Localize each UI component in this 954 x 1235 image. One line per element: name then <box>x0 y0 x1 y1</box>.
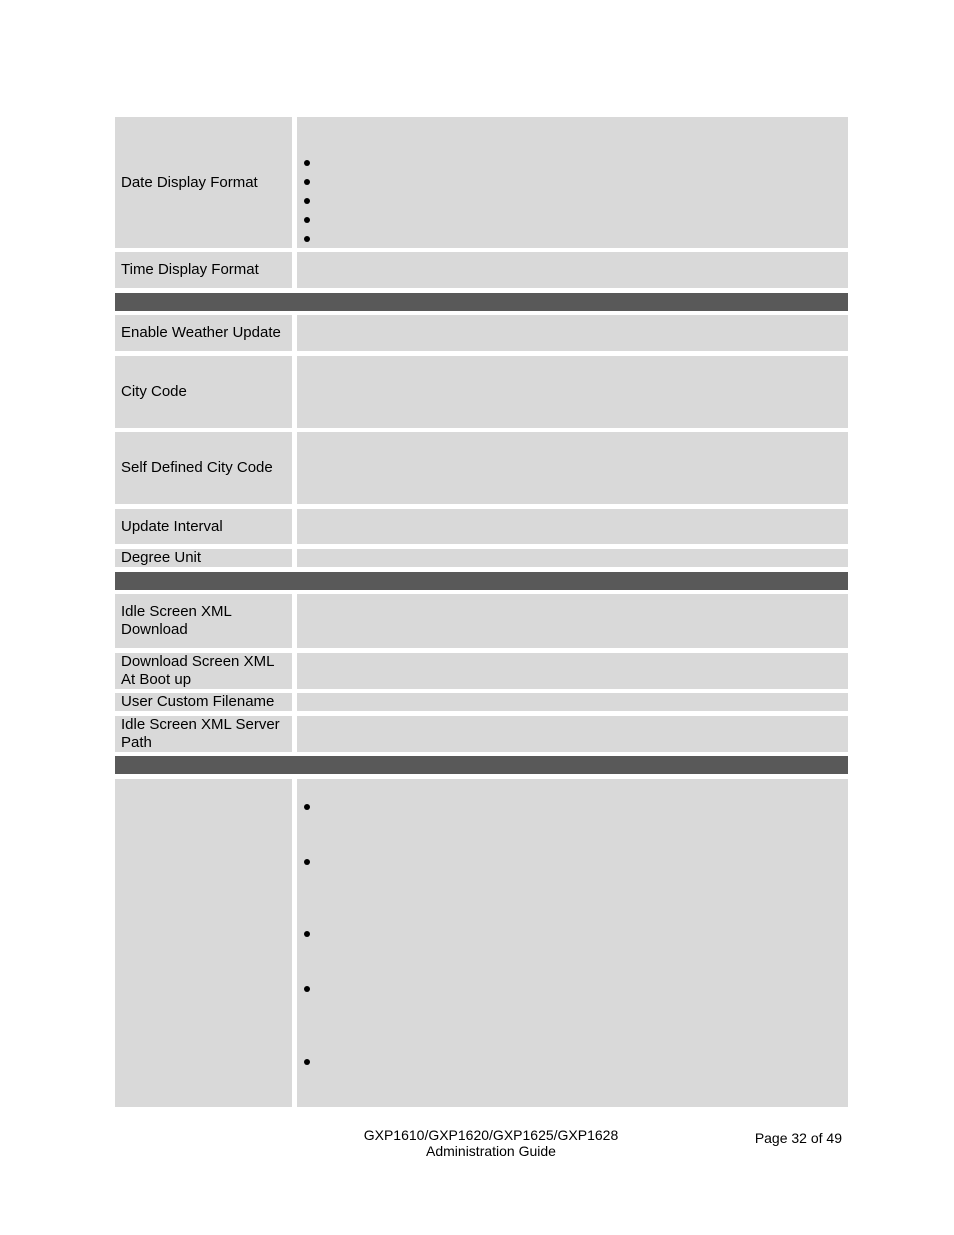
row-value <box>297 356 848 428</box>
page-number: Page 32 of 49 <box>754 1130 842 1146</box>
row-label: Degree Unit <box>115 549 292 567</box>
row-label: Time Display Format <box>115 252 292 288</box>
table-row-unlabeled <box>115 779 848 1107</box>
row-label: Idle Screen XML Server Path <box>115 716 292 752</box>
table-row-self-defined-city-code: Self Defined City Code <box>115 432 848 504</box>
bullet-icon <box>304 986 310 992</box>
section-header-bar <box>115 572 848 590</box>
footer-doc-title: Administration Guide <box>426 1143 556 1159</box>
bullet-icon <box>304 804 310 810</box>
bullet-icon <box>304 198 310 204</box>
footer-product: GXP1610/GXP1620/GXP1625/GXP1628 <box>363 1127 619 1143</box>
table-row-time-display-format: Time Display Format <box>115 252 848 288</box>
table-row-user-custom-filename: User Custom Filename <box>115 693 848 711</box>
row-label: Enable Weather Update <box>115 315 292 351</box>
row-value <box>297 653 848 689</box>
row-value <box>297 594 848 648</box>
bullet-icon <box>304 859 310 865</box>
section-header-bar <box>115 293 848 311</box>
bullet-icon <box>304 1059 310 1065</box>
bullet-icon <box>304 160 310 166</box>
section-header-bar <box>115 756 848 774</box>
row-value <box>297 252 848 288</box>
row-label <box>115 779 292 1107</box>
row-value <box>297 693 848 711</box>
table-row-degree-unit: Degree Unit <box>115 549 848 567</box>
row-value <box>297 432 848 504</box>
bullet-icon <box>304 179 310 185</box>
table-row-update-interval: Update Interval <box>115 509 848 544</box>
row-value <box>297 117 848 248</box>
row-label: Idle Screen XML Download <box>115 594 292 648</box>
row-label: Date Display Format <box>115 117 292 248</box>
row-value <box>297 779 848 1107</box>
table-row-enable-weather-update: Enable Weather Update <box>115 315 848 351</box>
bullet-icon <box>304 217 310 223</box>
row-label: User Custom Filename <box>115 693 292 711</box>
row-value <box>297 716 848 752</box>
document-page: Date Display Format Time Display Format … <box>0 0 954 1235</box>
row-label: Update Interval <box>115 509 292 544</box>
row-label: City Code <box>115 356 292 428</box>
table-row-idle-screen-xml-server-path: Idle Screen XML Server Path <box>115 716 848 752</box>
table-row-date-display-format: Date Display Format <box>115 117 848 248</box>
row-value <box>297 549 848 567</box>
row-label: Download Screen XML At Boot up <box>115 653 292 689</box>
bullet-icon <box>304 236 310 242</box>
row-value <box>297 315 848 351</box>
row-label: Self Defined City Code <box>115 432 292 504</box>
row-value <box>297 509 848 544</box>
table-row-city-code: City Code <box>115 356 848 428</box>
table-row-download-screen-xml-at-boot-up: Download Screen XML At Boot up <box>115 653 848 689</box>
bullet-icon <box>304 931 310 937</box>
table-row-idle-screen-xml-download: Idle Screen XML Download <box>115 594 848 648</box>
page-footer: GXP1610/GXP1620/GXP1625/GXP1628 Administ… <box>340 1127 642 1159</box>
